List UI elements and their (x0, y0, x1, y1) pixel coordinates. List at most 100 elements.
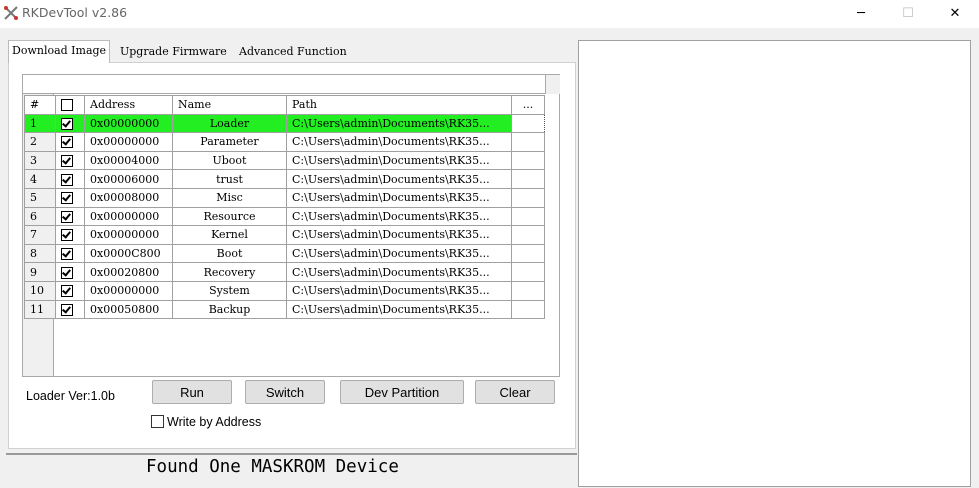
checkbox-icon[interactable] (61, 303, 73, 316)
table-row[interactable]: 1 0x00000000 Loader C:\Users\admin\Document… (24, 113, 545, 134)
row-checkbox[interactable] (55, 280, 85, 301)
checkbox-icon[interactable] (61, 285, 73, 298)
log-pane[interactable] (578, 40, 971, 487)
table-header-row: # Address Name Path ... (24, 95, 545, 115)
table-row[interactable]: 8 0x0000C800 Boot C:\Users\admin\Documents\… (24, 243, 545, 264)
row-number: 9 (24, 262, 56, 282)
row-number: 1 (24, 113, 56, 134)
row-browse-cell[interactable] (511, 299, 545, 320)
row-address: 0x00000000 (84, 225, 173, 245)
row-path[interactable]: C:\Users\admin\Documents\RK35... (286, 150, 512, 171)
row-checkbox[interactable] (55, 187, 85, 208)
row-path[interactable]: C:\Users\admin\Documents\RK35... (286, 169, 512, 189)
row-browse-cell[interactable] (511, 243, 545, 264)
checkbox-icon[interactable] (61, 266, 73, 279)
row-path[interactable]: C:\Users\admin\Documents\RK35... (286, 113, 512, 134)
row-address: 0x00008000 (84, 187, 173, 208)
row-path[interactable]: C:\Users\admin\Documents\RK35... (286, 187, 512, 208)
checkbox-icon[interactable] (61, 210, 73, 223)
row-name: Kernel (172, 225, 287, 245)
checkbox-icon[interactable] (61, 136, 73, 149)
write-by-address-checkbox[interactable]: Write by Address (151, 415, 261, 429)
checkbox-icon[interactable] (61, 192, 73, 205)
table-row[interactable]: 11 0x00050800 Backup C:\Users\admin\Documen… (24, 299, 545, 320)
row-checkbox[interactable] (55, 299, 85, 320)
row-path[interactable]: C:\Users\admin\Documents\RK35... (286, 243, 512, 264)
row-name: Misc (172, 187, 287, 208)
row-name: Boot (172, 243, 287, 264)
row-checkbox[interactable] (55, 113, 85, 134)
write-by-address-box[interactable] (151, 415, 164, 428)
row-number: 3 (24, 150, 56, 171)
row-checkbox[interactable] (55, 225, 85, 245)
row-name: trust (172, 169, 287, 189)
table-row[interactable]: 5 0x00008000 Misc C:\Users\admin\Documents\… (24, 187, 545, 208)
rk-tool-icon (4, 6, 18, 20)
checkbox-icon[interactable] (61, 117, 73, 130)
col-header-name: Name (172, 95, 287, 115)
row-browse-cell[interactable] (511, 113, 545, 134)
title-bar: RKDevTool v2.86 ─ ☐ ✕ (0, 0, 979, 28)
tab-download-image[interactable]: Download Image (8, 40, 111, 63)
row-checkbox[interactable] (55, 169, 85, 189)
row-browse-cell[interactable] (511, 206, 545, 227)
row-name: Uboot (172, 150, 287, 171)
col-header-path: Path (286, 95, 512, 115)
row-browse-cell[interactable] (511, 132, 545, 152)
checkbox-icon[interactable] (61, 229, 73, 242)
row-path[interactable]: C:\Users\admin\Documents\RK35... (286, 262, 512, 282)
minimize-icon[interactable]: ─ (850, 4, 872, 24)
row-address: 0x00000000 (84, 206, 173, 227)
row-address: 0x00000000 (84, 132, 173, 152)
row-path[interactable]: C:\Users\admin\Documents\RK35... (286, 299, 512, 320)
maximize-icon[interactable]: ☐ (897, 4, 919, 24)
checkbox-icon[interactable] (61, 173, 73, 186)
table-row[interactable]: 6 0x00000000 Resource C:\Users\admin\Docume… (24, 206, 545, 227)
dev-partition-button[interactable]: Dev Partition (340, 380, 464, 404)
table-row[interactable]: 7 0x00000000 Kernel C:\Users\admin\Document… (24, 225, 545, 245)
tab-upgrade-firmware[interactable]: Upgrade Firmware (117, 42, 230, 62)
table-row[interactable]: 2 0x00000000 Parameter C:\Users\admin\Docum… (24, 132, 545, 152)
close-icon[interactable]: ✕ (944, 4, 966, 24)
row-path[interactable]: C:\Users\admin\Documents\RK35... (286, 225, 512, 245)
row-checkbox[interactable] (55, 132, 85, 152)
row-path[interactable]: C:\Users\admin\Documents\RK35... (286, 206, 512, 227)
write-by-address-label: Write by Address (167, 415, 262, 429)
row-address: 0x0000C800 (84, 243, 173, 264)
clear-button[interactable]: Clear (475, 380, 555, 404)
checkbox-icon[interactable] (61, 155, 73, 168)
row-address: 0x00004000 (84, 150, 173, 171)
table-row[interactable]: 4 0x00006000 trust C:\Users\admin\Documents… (24, 169, 545, 189)
checkbox-icon[interactable] (61, 248, 73, 261)
row-path[interactable]: C:\Users\admin\Documents\RK35... (286, 132, 512, 152)
row-number: 10 (24, 280, 56, 301)
row-browse-cell[interactable] (511, 169, 545, 189)
run-button[interactable]: Run (152, 380, 232, 404)
row-name: Backup (172, 299, 287, 320)
col-header-extra: ... (511, 95, 545, 115)
row-checkbox[interactable] (55, 262, 85, 282)
grid-corner (545, 75, 560, 94)
table-row[interactable]: 9 0x00020800 Recovery C:\Users\admin\Docume… (24, 262, 545, 282)
col-header-check[interactable] (55, 95, 85, 115)
row-checkbox[interactable] (55, 243, 85, 264)
table-row[interactable]: 10 0x00000000 System C:\Users\admin\Documen… (24, 280, 545, 301)
row-browse-cell[interactable] (511, 187, 545, 208)
switch-button[interactable]: Switch (245, 380, 325, 404)
table-row[interactable]: 3 0x00004000 Uboot C:\Users\admin\Documents… (24, 150, 545, 171)
row-path[interactable]: C:\Users\admin\Documents\RK35... (286, 280, 512, 301)
select-all-checkbox[interactable] (61, 99, 73, 112)
row-browse-cell[interactable] (511, 225, 545, 245)
row-number: 7 (24, 225, 56, 245)
row-number: 5 (24, 187, 56, 208)
row-browse-cell[interactable] (511, 262, 545, 282)
row-browse-cell[interactable] (511, 280, 545, 301)
row-address: 0x00050800 (84, 299, 173, 320)
loader-version-label: Loader Ver:1.0b (26, 389, 115, 403)
row-checkbox[interactable] (55, 206, 85, 227)
row-checkbox[interactable] (55, 150, 85, 171)
row-browse-cell[interactable] (511, 150, 545, 171)
tab-advanced-function[interactable]: Advanced Function (236, 42, 350, 62)
image-table: # Address Name Path ... 1 0x00000000 Loade… (24, 95, 545, 320)
grid-header-strip (23, 75, 545, 94)
